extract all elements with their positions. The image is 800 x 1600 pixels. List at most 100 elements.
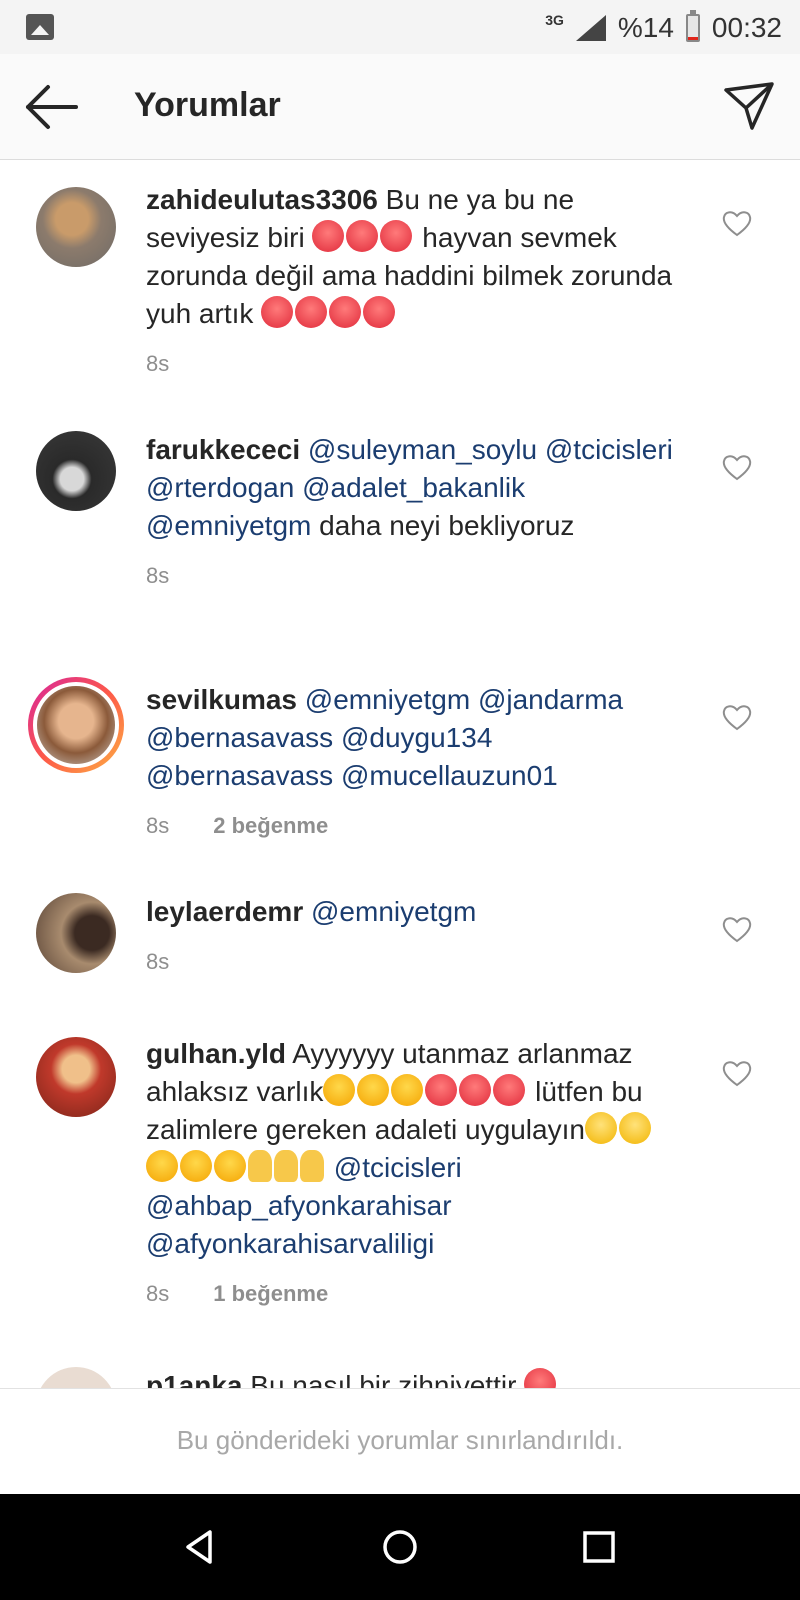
- avatar[interactable]: [36, 431, 116, 511]
- angry-emoji-icon: [261, 296, 294, 328]
- mention-link[interactable]: @rterdogan: [146, 472, 294, 503]
- comment-content: Ayyyyyy utanmaz arlanmaz ahlaksız varlık…: [146, 1038, 653, 1259]
- comment-username[interactable]: zahideulutas3306: [146, 184, 378, 215]
- image-notification-icon: [26, 14, 54, 40]
- heart-icon[interactable]: [722, 1059, 752, 1087]
- comment-text: leylaerdemr @emniyetgm: [146, 893, 686, 931]
- mention-link[interactable]: @tcicisleri: [545, 434, 673, 465]
- mention-link[interactable]: @suleyman_soylu: [308, 434, 537, 465]
- comment-username[interactable]: sevilkumas: [146, 684, 297, 715]
- angry-emoji-icon: [363, 296, 396, 328]
- comment-text-segment: [303, 896, 311, 927]
- battery-level: [687, 36, 698, 40]
- comment-text-segment: [470, 684, 478, 715]
- avatar[interactable]: [36, 1367, 116, 1388]
- mention-link[interactable]: @mucellauzun01: [341, 760, 558, 791]
- comment-body: gulhan.yld Ayyyyyy utanmaz arlanmaz ahla…: [146, 1035, 686, 1313]
- mention-link[interactable]: @tcicisleri: [334, 1152, 462, 1183]
- comment-text: gulhan.yld Ayyyyyy utanmaz arlanmaz ahla…: [146, 1035, 686, 1263]
- pray-emoji-icon: [300, 1150, 324, 1182]
- comment-content: @emniyetgm: [303, 896, 476, 927]
- comment-username[interactable]: p1anka: [146, 1370, 243, 1388]
- mention-link[interactable]: @duygu134: [341, 722, 492, 753]
- nav-recents-icon[interactable]: [574, 1522, 624, 1572]
- mention-link[interactable]: @emniyetgm: [146, 510, 311, 541]
- heart-icon[interactable]: [722, 703, 752, 731]
- comment-username[interactable]: farukkececi: [146, 434, 300, 465]
- page-title: Yorumlar: [134, 86, 281, 124]
- comment-text: p1anka Bu nasıl bir zihniyettir: [146, 1367, 686, 1388]
- sad-emoji-icon: [618, 1112, 651, 1144]
- comment-text-segment: daha neyi bekliyoruz: [311, 510, 575, 541]
- comment-username[interactable]: leylaerdemr: [146, 896, 303, 927]
- comment-text: zahideulutas3306 Bu ne ya bu ne seviyesi…: [146, 181, 686, 333]
- back-arrow-icon[interactable]: [20, 79, 80, 135]
- angry-emoji-icon: [493, 1074, 526, 1106]
- angry-emoji-icon: [346, 220, 379, 252]
- avatar[interactable]: [36, 187, 116, 267]
- angry-emoji-icon: [380, 220, 413, 252]
- cry-emoji-icon: [214, 1150, 246, 1182]
- status-right: 3G %14 00:32: [545, 8, 782, 48]
- clock: 00:32: [711, 12, 782, 43]
- avatar-with-story-ring[interactable]: [28, 677, 124, 773]
- angry-emoji-icon: [524, 1368, 557, 1388]
- avatar: [33, 682, 119, 768]
- mention-link[interactable]: @adalet_bakanlik: [302, 472, 525, 503]
- mention-link[interactable]: @emniyetgm: [305, 684, 470, 715]
- comment-content: Bu nasıl bir zihniyettir: [242, 1368, 559, 1388]
- comment-time: 8s: [146, 563, 170, 588]
- comment-time: 8s: [146, 949, 170, 974]
- system-nav-bar: [0, 1494, 800, 1600]
- comment-text: sevilkumas @emniyetgm @jandarma @bernasa…: [146, 681, 686, 795]
- battery-icon: [685, 10, 700, 42]
- comment-body: zahideulutas3306 Bu ne ya bu ne seviyesi…: [146, 181, 686, 383]
- header: Yorumlar: [0, 54, 800, 160]
- cry-emoji-icon: [146, 1150, 178, 1182]
- avatar[interactable]: [36, 1037, 116, 1117]
- comment-body: sevilkumas @emniyetgm @jandarma @bernasa…: [146, 681, 686, 845]
- comment-time: 8s: [146, 351, 170, 376]
- heart-icon[interactable]: [722, 915, 752, 943]
- comment-body: leylaerdemr @emniyetgm 8s: [146, 893, 686, 981]
- heart-icon[interactable]: [722, 453, 752, 481]
- angry-emoji-icon: [312, 220, 345, 252]
- comment-text-segment: [537, 434, 545, 465]
- avatar[interactable]: [36, 893, 116, 973]
- angry-emoji-icon: [295, 296, 328, 328]
- comment-username[interactable]: gulhan.yld: [146, 1038, 286, 1069]
- mention-link[interactable]: @jandarma: [478, 684, 623, 715]
- paper-plane-icon[interactable]: [722, 80, 776, 134]
- comment-text-segment: [333, 760, 341, 791]
- mention-link[interactable]: @ahbap_afyonkarahisar: [146, 1190, 452, 1221]
- sad-emoji-icon: [584, 1112, 617, 1144]
- battery-percent: %14: [617, 12, 674, 43]
- angry-emoji-icon: [329, 296, 362, 328]
- comment-likes[interactable]: 1 beğenme: [213, 1275, 328, 1313]
- comment-likes[interactable]: 2 beğenme: [213, 807, 328, 845]
- comment-meta: 8s 2 beğenme: [146, 807, 686, 845]
- nav-back-icon[interactable]: [176, 1522, 226, 1572]
- comment-time: 8s: [146, 1281, 170, 1306]
- comment-text-segment: Bu nasıl bir zihniyettir: [242, 1370, 525, 1388]
- comments-restricted-notice: Bu gönderideki yorumlar sınırlandırıldı.: [176, 1425, 624, 1455]
- comment-text: farukkececi @suleyman_soylu @tcicisleri …: [146, 431, 686, 545]
- pray-emoji-icon: [274, 1150, 298, 1182]
- comment-text-segment: [333, 722, 341, 753]
- mention-link[interactable]: @bernasavass: [146, 722, 333, 753]
- heart-icon[interactable]: [722, 209, 752, 237]
- mention-link[interactable]: @afyonkarahisarvaliligi: [146, 1228, 434, 1259]
- comment-body: farukkececi @suleyman_soylu @tcicisleri …: [146, 431, 686, 595]
- nav-home-icon[interactable]: [375, 1522, 425, 1572]
- comment-text-segment: [300, 434, 308, 465]
- signal-icon: [575, 15, 606, 41]
- comment-meta: 8s 1 beğenme: [146, 1275, 686, 1313]
- cry-emoji-icon: [357, 1074, 390, 1106]
- mention-link[interactable]: @bernasavass: [146, 760, 333, 791]
- angry-emoji-icon: [425, 1074, 458, 1106]
- cry-emoji-icon: [391, 1074, 424, 1106]
- comment-list[interactable]: zahideulutas3306 Bu ne ya bu ne seviyesi…: [0, 161, 800, 1388]
- mention-link[interactable]: @emniyetgm: [311, 896, 476, 927]
- cry-emoji-icon: [323, 1074, 356, 1106]
- comment-text-segment: [297, 684, 305, 715]
